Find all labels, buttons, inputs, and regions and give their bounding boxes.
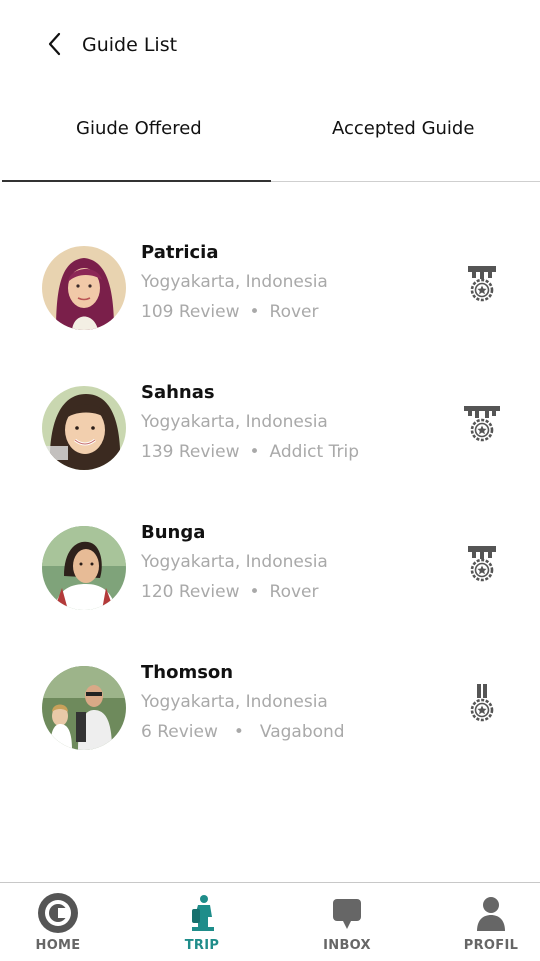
bottom-nav: HOME TRIP INBOX PROFIL <box>0 882 540 961</box>
separator-dot: • <box>233 722 244 742</box>
guide-name: Patricia <box>141 242 219 263</box>
guide-list-item[interactable]: Bunga Yogyakarta, Indonesia 120 Review • R… <box>0 510 540 620</box>
tab-accepted-guide[interactable]: Accepted Guide <box>270 100 540 182</box>
guide-name: Sahnas <box>141 382 215 403</box>
tab-bar: Giude Offered Accepted Guide <box>0 100 540 184</box>
avatar <box>42 666 126 750</box>
page-title: Guide List <box>82 34 178 56</box>
guide-list-item[interactable]: Patricia Yogyakarta, Indonesia 109 Revie… <box>0 230 540 340</box>
app-header: Guide List <box>0 0 540 90</box>
avatar <box>42 386 126 470</box>
guide-location: Yogyakarta, Indonesia <box>141 552 328 572</box>
guide-location: Yogyakarta, Indonesia <box>141 412 328 432</box>
guide-meta: 139 Review • Addict Trip <box>141 442 359 462</box>
user-icon <box>477 897 505 931</box>
nav-profil[interactable]: PROFIL <box>431 883 540 959</box>
guide-meta: 120 Review • Rover <box>141 582 319 602</box>
trip-icon <box>192 895 214 931</box>
guide-rank: Rover <box>269 582 319 602</box>
tab-divider <box>271 181 540 182</box>
medal-icon <box>470 684 494 722</box>
avatar <box>42 246 126 330</box>
nav-label: HOME <box>35 938 81 953</box>
medal-icon <box>468 266 496 302</box>
nav-label: INBOX <box>323 938 371 953</box>
review-count: 6 Review <box>141 722 218 742</box>
chat-bubble-icon <box>333 899 361 929</box>
guide-name: Thomson <box>141 662 234 683</box>
nav-inbox[interactable]: INBOX <box>287 883 407 959</box>
guide-location: Yogyakarta, Indonesia <box>141 272 328 292</box>
separator-dot: • <box>249 442 260 462</box>
guide-list-item[interactable]: Sahnas Yogyakarta, Indonesia 139 Review •… <box>0 370 540 480</box>
guide-rank: Addict Trip <box>269 442 359 462</box>
guide-name: Bunga <box>141 522 206 543</box>
tab-label: Accepted Guide <box>332 118 475 139</box>
review-count: 109 Review <box>141 302 240 322</box>
nav-home[interactable]: HOME <box>0 883 118 959</box>
separator-dot: • <box>249 302 260 322</box>
chevron-left-icon <box>48 32 61 56</box>
tab-guide-offered[interactable]: Giude Offered <box>0 100 270 182</box>
home-icon <box>38 893 78 933</box>
guide-rank: Rover <box>269 302 319 322</box>
review-count: 139 Review <box>141 442 240 462</box>
nav-trip[interactable]: TRIP <box>142 883 262 959</box>
tab-label: Giude Offered <box>76 118 202 139</box>
guide-meta: 6 Review • Vagabond <box>141 722 345 742</box>
nav-label: PROFIL <box>463 938 519 953</box>
medal-icon <box>464 406 500 442</box>
guide-location: Yogyakarta, Indonesia <box>141 692 328 712</box>
nav-label: TRIP <box>184 938 220 953</box>
back-button[interactable] <box>40 28 72 62</box>
separator-dot: • <box>249 582 260 602</box>
active-tab-indicator <box>2 180 271 182</box>
medal-icon <box>468 546 496 582</box>
review-count: 120 Review <box>141 582 240 602</box>
guide-list-item[interactable]: Thomson Yogyakarta, Indonesia 6 Review • V… <box>0 650 540 760</box>
avatar <box>42 526 126 610</box>
guide-rank: Vagabond <box>259 722 345 742</box>
guide-meta: 109 Review • Rover <box>141 302 319 322</box>
